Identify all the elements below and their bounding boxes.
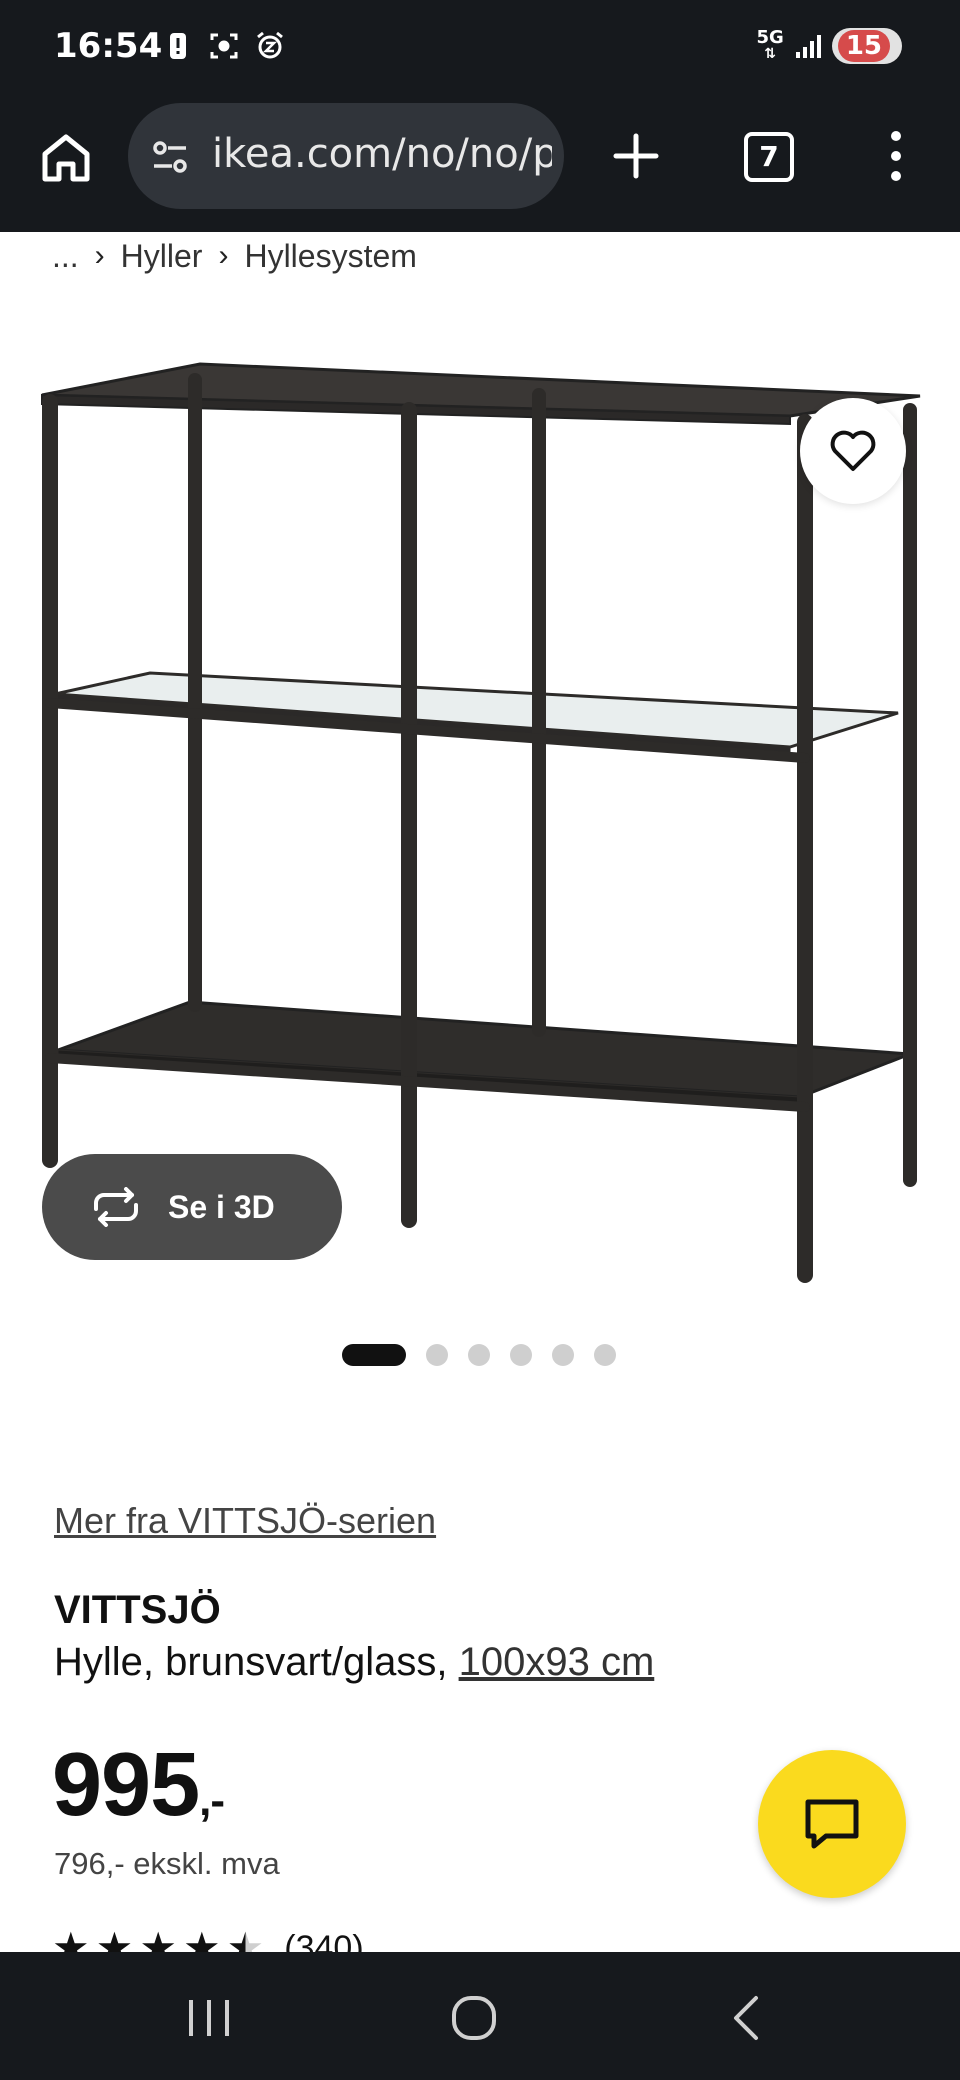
- product-name: VITTSJÖ: [54, 1588, 221, 1632]
- browser-toolbar: ikea.com/no/no/p 7: [0, 100, 960, 232]
- status-right: 5G ⇅ 15: [756, 27, 902, 64]
- new-tab-button[interactable]: [608, 128, 664, 184]
- recents-icon: [189, 2000, 229, 2036]
- carousel-dot[interactable]: [426, 1344, 448, 1366]
- series-link[interactable]: Mer fra VITTSJÖ-serien: [54, 1500, 436, 1542]
- carousel-dot[interactable]: [594, 1344, 616, 1366]
- signal-icon: [795, 35, 821, 58]
- site-settings-icon[interactable]: [150, 137, 190, 177]
- screenshot-icon: [208, 30, 240, 62]
- price-suffix: ,-: [199, 1776, 225, 1825]
- status-bar: 16:54 5G ⇅ 15: [0, 0, 960, 100]
- back-icon: [734, 1996, 758, 2040]
- status-time: 16:54: [54, 26, 163, 66]
- carousel-dot[interactable]: [552, 1344, 574, 1366]
- product-size-link[interactable]: 100x93 cm: [459, 1640, 655, 1684]
- breadcrumb-ellipsis[interactable]: ...: [52, 238, 79, 275]
- more-vert-icon: [891, 131, 901, 181]
- product-description: Hylle, brunsvart/glass, 100x93 cm: [54, 1640, 654, 1685]
- breadcrumb: ... › Hyller › Hyllesystem: [52, 232, 417, 280]
- heart-icon: [830, 430, 876, 471]
- breadcrumb-hyller[interactable]: Hyller: [121, 238, 203, 275]
- battery-indicator: 15: [831, 28, 902, 64]
- system-nav-bar: [0, 1952, 960, 2080]
- circle-home-icon: [452, 1996, 496, 2040]
- url-text[interactable]: ikea.com/no/no/p: [212, 131, 552, 177]
- system-back-button[interactable]: [726, 1994, 766, 2042]
- price-value: 995: [52, 1735, 200, 1835]
- chat-icon: [805, 1799, 859, 1849]
- product-price: 995,-: [52, 1734, 225, 1837]
- alert-icon: [162, 30, 194, 62]
- status-icons: [162, 30, 286, 62]
- home-button[interactable]: [38, 130, 94, 186]
- rotate-3d-icon: [94, 1187, 138, 1227]
- network-indicator: 5G ⇅: [756, 27, 784, 63]
- carousel-dot[interactable]: [468, 1344, 490, 1366]
- tab-switcher-button[interactable]: 7: [744, 132, 794, 182]
- price-excl-vat: 796,- ekskl. mva: [54, 1846, 280, 1881]
- chat-button[interactable]: [758, 1750, 906, 1898]
- carousel-dot[interactable]: [510, 1344, 532, 1366]
- address-bar[interactable]: ikea.com/no/no/p: [128, 103, 564, 209]
- browser-menu-button[interactable]: [880, 128, 912, 184]
- plus-icon: [613, 133, 659, 179]
- breadcrumb-hyllesystem[interactable]: Hyllesystem: [244, 238, 416, 275]
- carousel-dot[interactable]: [342, 1344, 406, 1366]
- alarm-icon: [254, 30, 286, 62]
- home-icon: [42, 134, 90, 182]
- product-description-text: Hylle, brunsvart/glass,: [54, 1640, 459, 1684]
- view-3d-label: Se i 3D: [168, 1188, 275, 1225]
- view-3d-button[interactable]: Se i 3D: [42, 1154, 342, 1260]
- chevron-right-icon: ›: [218, 239, 229, 272]
- favorite-button[interactable]: [800, 398, 906, 504]
- carousel-indicator: [342, 1344, 616, 1366]
- recents-button[interactable]: [186, 1996, 232, 2040]
- chevron-right-icon: ›: [94, 239, 105, 272]
- system-home-button[interactable]: [450, 1994, 498, 2042]
